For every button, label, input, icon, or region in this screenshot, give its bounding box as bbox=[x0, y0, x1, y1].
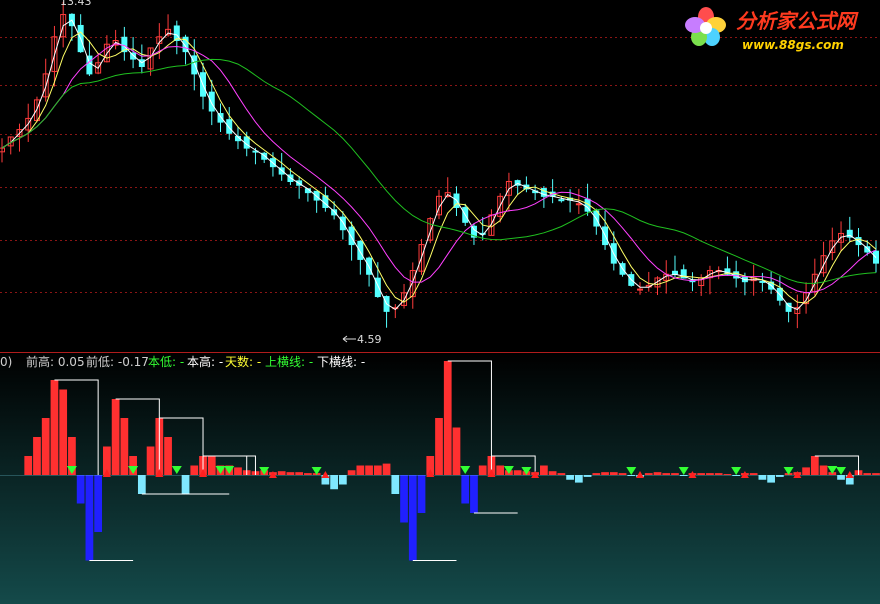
indicator-bar-positive bbox=[810, 456, 819, 475]
indicator-bar-positive bbox=[120, 418, 129, 475]
indicator-bar-positive bbox=[365, 465, 373, 475]
indicator-bar-positive bbox=[662, 473, 671, 475]
candle-body bbox=[785, 302, 792, 312]
indicator-bar-positive bbox=[146, 446, 155, 475]
indicator-bar-negative bbox=[76, 475, 85, 504]
legend-prev-high: 前高: 0.05 bbox=[26, 354, 85, 369]
candle-body bbox=[339, 216, 346, 231]
indicator-bar-positive bbox=[190, 465, 199, 475]
indicator-bar-negative bbox=[85, 475, 94, 561]
indicator-bar-negative bbox=[408, 475, 417, 561]
indicator-bar-negative bbox=[391, 475, 400, 494]
indicator-bar-negative bbox=[400, 475, 408, 523]
indicator-bar-negative bbox=[330, 475, 338, 490]
indicator-bar-positive bbox=[644, 473, 653, 475]
candle-body bbox=[864, 246, 871, 253]
indicator-bar-positive bbox=[443, 361, 452, 475]
indicator-bar-positive bbox=[382, 463, 391, 475]
indicator-bar-positive bbox=[697, 473, 706, 475]
price-high-label: 13.43 bbox=[60, 0, 92, 8]
indicator-bar-positive bbox=[50, 380, 59, 475]
indicator-bar-positive bbox=[277, 471, 286, 475]
indicator-bar-positive bbox=[24, 456, 33, 475]
indicator-bar-positive bbox=[33, 437, 41, 475]
indicator-bar-positive bbox=[111, 399, 120, 475]
indicator-bar-negative bbox=[338, 475, 347, 485]
indicator-bar-positive bbox=[452, 427, 461, 475]
indicator-bar-positive bbox=[41, 418, 50, 475]
indicator-bar-negative bbox=[417, 475, 426, 513]
indicator-bar-positive bbox=[286, 472, 295, 475]
indicator-bar-positive bbox=[863, 473, 872, 475]
candle-body bbox=[558, 199, 565, 202]
logo-url: www.88gs.com bbox=[742, 38, 844, 52]
indicator-bar-negative bbox=[94, 475, 103, 532]
indicator-bar-positive bbox=[802, 467, 810, 475]
indicator-bar-positive bbox=[295, 472, 304, 475]
indicator-bar-positive bbox=[234, 467, 242, 475]
indicator-bar-positive bbox=[609, 472, 618, 475]
candle-body bbox=[575, 203, 582, 206]
indicator-bar-positive bbox=[653, 472, 662, 475]
indicator-bar-positive bbox=[373, 465, 382, 475]
indicator-bar-positive bbox=[671, 473, 679, 475]
candle-body bbox=[208, 91, 215, 112]
indicator-bar-positive bbox=[207, 456, 216, 475]
indicator-bar-positive bbox=[548, 471, 557, 475]
candle-body bbox=[759, 280, 766, 283]
legend-days: 天数: - bbox=[225, 354, 261, 369]
indicator-bar-negative bbox=[181, 475, 190, 494]
price-panel: 13.43 4.59 bbox=[0, 0, 880, 352]
legend-index: 0) bbox=[0, 355, 12, 369]
indicator-bar-negative bbox=[470, 475, 478, 513]
indicator-bar-positive bbox=[496, 465, 505, 475]
indicator-bar-positive bbox=[513, 470, 522, 475]
indicator-bar-positive bbox=[59, 389, 68, 475]
candle-body bbox=[637, 288, 644, 291]
indicator-bar-positive bbox=[714, 473, 723, 475]
indicator-bar-positive bbox=[540, 465, 548, 475]
indicator-panel: 0) 前高: 0.05 前低: -0.17 本低: - 本高: - 天数: - … bbox=[0, 353, 880, 604]
indicator-bar-negative bbox=[574, 475, 583, 483]
indicator-bar-negative bbox=[767, 475, 775, 483]
stock-chart: 13.43 4.59 0) 前高: 0.05 前低: -0.17 本低: - 本… bbox=[0, 0, 880, 604]
price-low-label: 4.59 bbox=[357, 333, 382, 346]
indicator-bar-positive bbox=[164, 437, 172, 475]
candle-body bbox=[226, 119, 233, 134]
indicator-bar-negative bbox=[137, 475, 146, 494]
indicator-bar-negative bbox=[461, 475, 470, 504]
logo-title: 分析家公式网 bbox=[736, 9, 859, 33]
indicator-bar-positive bbox=[356, 465, 365, 475]
indicator-bar-positive bbox=[819, 465, 828, 475]
indicator-legend: 0) 前高: 0.05 前低: -0.17 本低: - 本高: - 天数: - … bbox=[0, 354, 365, 369]
indicator-bar-positive bbox=[749, 473, 758, 475]
indicator-bar-positive bbox=[592, 473, 601, 475]
legend-upper-line: 上横线: - bbox=[265, 355, 313, 369]
indicator-bar-positive bbox=[478, 465, 487, 475]
legend-cur-high: 本高: - bbox=[187, 354, 223, 369]
indicator-bar-positive bbox=[723, 474, 732, 476]
indicator-bar-positive bbox=[557, 473, 566, 475]
legend-lower-line: 下横线: - bbox=[317, 355, 365, 369]
site-logo[interactable]: 分析家公式网 www.88gs.com bbox=[685, 7, 859, 52]
logo-center bbox=[700, 22, 712, 34]
candle-body bbox=[348, 226, 355, 246]
indicator-panel-background bbox=[0, 353, 880, 604]
indicator-bar-positive bbox=[618, 473, 627, 475]
indicator-bar-positive bbox=[706, 473, 714, 475]
indicator-bar-positive bbox=[347, 470, 356, 475]
indicator-bar-positive bbox=[872, 473, 880, 475]
legend-prev-low: 前低: -0.17 bbox=[86, 354, 149, 369]
indicator-bar-positive bbox=[601, 472, 609, 475]
legend-cur-low: 本低: - bbox=[148, 355, 184, 369]
indicator-bar-positive bbox=[304, 473, 312, 475]
candle-body bbox=[357, 240, 364, 260]
indicator-bar-positive bbox=[435, 418, 443, 475]
